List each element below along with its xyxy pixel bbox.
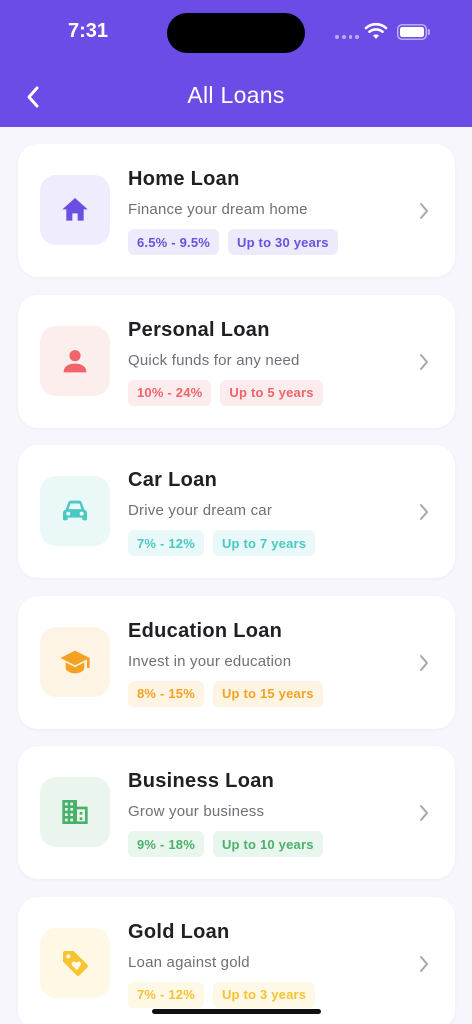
- tenure-badge: Up to 5 years: [220, 379, 323, 406]
- loan-card-gold-loan[interactable]: Gold Loan Loan against gold 7% - 12% Up …: [18, 896, 455, 1024]
- loan-tags: 7% - 12% Up to 3 years: [128, 981, 316, 1008]
- loan-description: Quick funds for any need: [128, 351, 300, 369]
- chevron-right-icon: [420, 654, 428, 671]
- screen: 7:31 All Loans Home Loan Finance your dr…: [0, 0, 472, 1024]
- tag-heart-icon: [59, 947, 91, 979]
- page-title: All Loans: [187, 82, 285, 108]
- loan-title: Car Loan: [128, 469, 218, 491]
- interest-rate-badge: 8% - 15%: [128, 680, 204, 707]
- loan-title: Business Loan: [128, 770, 275, 792]
- tenure-badge: Up to 7 years: [212, 530, 316, 556]
- battery-icon: [397, 24, 430, 40]
- home-indicator: [152, 1009, 321, 1014]
- loan-card-personal-loan[interactable]: Personal Loan Quick funds for any need 1…: [18, 294, 455, 428]
- chevron-right-icon: [420, 353, 428, 370]
- loan-title: Gold Loan: [128, 920, 230, 943]
- loan-card-car-loan[interactable]: Car Loan Drive your dream car 7% - 12% U…: [18, 445, 455, 578]
- chevron-right-icon: [420, 203, 428, 219]
- loan-tags: 7% - 12% Up to 7 years: [128, 530, 316, 556]
- loan-card-education-loan[interactable]: Education Loan Invest in your education …: [18, 595, 455, 729]
- loan-tags: 6.5% - 9.5% Up to 30 years: [128, 229, 338, 255]
- interest-rate-badge: 9% - 18%: [128, 831, 204, 857]
- loan-tags: 8% - 15% Up to 15 years: [128, 680, 323, 707]
- chevron-right-icon: [420, 504, 428, 520]
- loan-card-home-loan[interactable]: Home Loan Finance your dream home 6.5% -…: [18, 144, 455, 277]
- loan-description: Loan against gold: [128, 953, 250, 971]
- dynamic-island: [167, 13, 305, 53]
- loan-description: Invest in your education: [128, 652, 292, 670]
- interest-rate-badge: 10% - 24%: [128, 379, 212, 406]
- tenure-badge: Up to 3 years: [212, 981, 316, 1008]
- interest-rate-badge: 7% - 12%: [128, 981, 204, 1008]
- interest-rate-badge: 6.5% - 9.5%: [128, 229, 220, 255]
- loan-icon-box: [40, 476, 110, 546]
- person-icon: [59, 345, 91, 377]
- loan-card-business-loan[interactable]: Business Loan Grow your business 9% - 18…: [18, 746, 455, 879]
- loan-list: Home Loan Finance your dream home 6.5% -…: [18, 144, 455, 1024]
- car-icon: [59, 495, 91, 527]
- tenure-badge: Up to 15 years: [212, 680, 323, 707]
- loan-tags: 9% - 18% Up to 10 years: [128, 831, 323, 857]
- tenure-badge: Up to 30 years: [228, 229, 338, 255]
- loan-title: Home Loan: [128, 168, 240, 190]
- app-header: 7:31 All Loans: [0, 0, 472, 127]
- loan-icon-box: [40, 175, 110, 245]
- interest-rate-badge: 7% - 12%: [128, 530, 204, 556]
- loan-description: Drive your dream car: [128, 502, 273, 519]
- tenure-badge: Up to 10 years: [212, 831, 323, 857]
- graduation-cap-icon: [59, 646, 91, 678]
- signal-icon: [335, 35, 359, 41]
- loan-icon-box: [40, 325, 110, 396]
- status-time: 7:31: [68, 20, 109, 42]
- loan-tags: 10% - 24% Up to 5 years: [128, 379, 323, 406]
- loan-icon-box: [40, 777, 110, 847]
- loan-icon-box: [40, 626, 110, 697]
- chevron-right-icon: [420, 805, 428, 821]
- loan-description: Finance your dream home: [128, 201, 308, 218]
- loan-title: Personal Loan: [128, 318, 270, 341]
- wifi-icon: [364, 22, 388, 39]
- loan-icon-box: [40, 927, 110, 998]
- home-icon: [59, 194, 91, 226]
- loan-title: Education Loan: [128, 619, 283, 642]
- chevron-right-icon: [420, 955, 428, 972]
- loan-description: Grow your business: [128, 803, 265, 820]
- building-icon: [59, 796, 91, 828]
